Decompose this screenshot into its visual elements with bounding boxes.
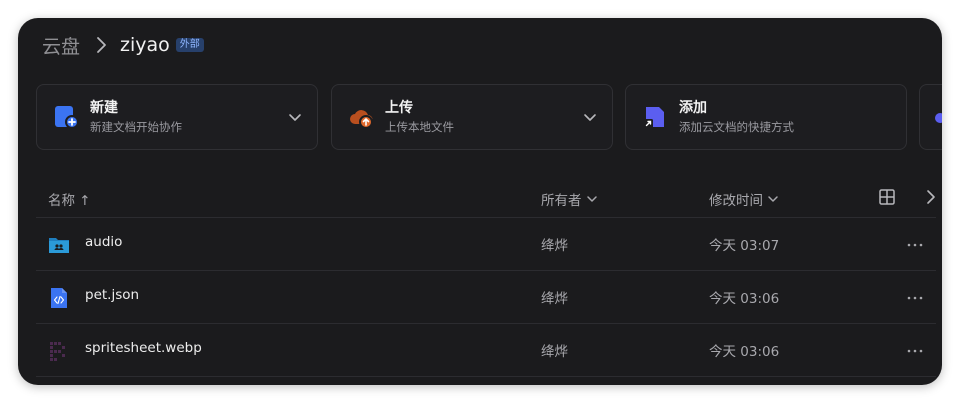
file-name[interactable]: pet.json: [85, 287, 139, 303]
breadcrumb-current: ziyao: [120, 34, 170, 56]
file-owner: 绛烨: [541, 238, 568, 254]
table-row[interactable]: pet.json 绛烨 今天 03:06: [36, 271, 936, 324]
chevron-right-icon: [97, 37, 106, 53]
breadcrumb-root[interactable]: 云盘: [42, 32, 80, 59]
chevron-down-icon: [586, 196, 597, 202]
table-row[interactable]: spritesheet.webp 绛烨 今天 03:06: [36, 324, 936, 377]
file-name[interactable]: audio: [85, 234, 122, 250]
chevron-right-icon[interactable]: [922, 187, 940, 207]
upload-card[interactable]: 上传 上传本地文件: [331, 84, 613, 150]
folder-icon: [49, 238, 69, 253]
file-modified: 今天 03:06: [709, 344, 780, 360]
file-owner: 绛烨: [541, 344, 568, 360]
new-doc-icon: [55, 106, 79, 129]
table-header: 名称 ↑ 所有者 修改时间: [36, 178, 936, 218]
file-modified: 今天 03:07: [709, 238, 780, 254]
upload-cloud-icon: [350, 110, 373, 129]
card-subtitle: 上传本地文件: [385, 120, 454, 134]
file-name[interactable]: spritesheet.webp: [85, 340, 202, 356]
card-title: 添加: [679, 100, 707, 116]
code-file-icon: [51, 288, 67, 308]
card-subtitle: 添加云文档的快捷方式: [679, 120, 794, 134]
table-row[interactable]: audio 绛烨 今天 03:07: [36, 218, 936, 271]
external-badge: 外部: [175, 38, 204, 52]
add-shortcut-card[interactable]: 添加 添加云文档的快捷方式: [625, 84, 907, 150]
drive-window: 云盘 ziyao 外部 新建 新建文档开始协作 上传 上传本地文件 添加 添加云…: [18, 18, 942, 385]
image-thumbnail-icon: [49, 341, 69, 361]
dot-icon: [935, 113, 942, 123]
card-title: 新建: [90, 100, 118, 116]
file-modified: 今天 03:06: [709, 291, 780, 307]
more-icon[interactable]: [906, 236, 924, 254]
file-owner: 绛烨: [541, 291, 568, 307]
grid-view-icon[interactable]: [878, 188, 896, 206]
breadcrumb: 云盘 ziyao 外部: [42, 32, 204, 58]
header-modified[interactable]: 修改时间: [709, 189, 779, 209]
more-icon[interactable]: [906, 342, 924, 360]
header-owner[interactable]: 所有者: [541, 189, 598, 209]
new-card[interactable]: 新建 新建文档开始协作: [36, 84, 318, 150]
header-name[interactable]: 名称 ↑: [48, 189, 91, 209]
card-title: 上传: [385, 100, 413, 116]
chevron-down-icon[interactable]: [582, 109, 598, 125]
action-cards: 新建 新建文档开始协作 上传 上传本地文件 添加 添加云文档的快捷方式: [36, 84, 942, 150]
more-card-partial[interactable]: [919, 84, 942, 150]
chevron-down-icon[interactable]: [287, 109, 303, 125]
more-icon[interactable]: [906, 289, 924, 307]
chevron-down-icon: [768, 196, 778, 202]
shortcut-icon: [644, 107, 664, 128]
card-subtitle: 新建文档开始协作: [90, 120, 182, 134]
